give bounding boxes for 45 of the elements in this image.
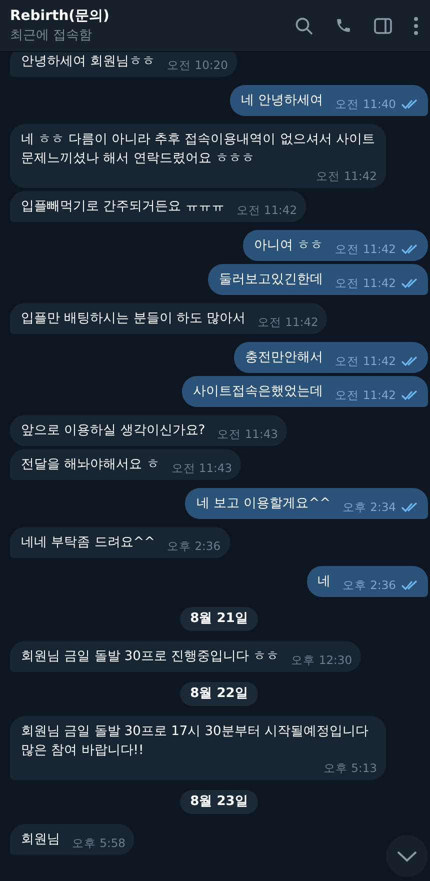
message-text: 회원님: [21, 831, 60, 849]
message-text: 네 ㅎㅎ 다름이 아니라 추후 접속이용내역이 없으셔서 사이트 문제느끼셨나 해서 연락드렸어요 ㅎㅎㅎ: [21, 131, 376, 168]
message-time: 오후 2:36: [167, 538, 221, 554]
chat-status: 최근에 접속함: [10, 26, 94, 44]
message-time: 오후 5:58: [72, 835, 126, 851]
message-time: 오전 11:43: [217, 426, 278, 442]
date-separator: 8월 23일: [180, 790, 258, 814]
message-text: 전달을 해놔야해서요 ㅎ: [21, 456, 160, 474]
scroll-down-button[interactable]: [386, 835, 428, 877]
date-separator: 8월 21일: [180, 607, 258, 631]
chat-title: Rebirth(문의): [10, 6, 110, 24]
chevron-down-icon: [397, 850, 417, 862]
more-icon[interactable]: [414, 16, 418, 34]
message-time: 오전 11:42: [258, 314, 318, 330]
message-text: 입플만 배팅하시는 분들이 하도 많아서: [21, 310, 246, 328]
message-text: 입플빼먹기로 간주되거든요 ㅠㅠㅠ: [21, 198, 224, 216]
sidebar-icon[interactable]: [374, 18, 392, 34]
message-time: 오전 11:43: [171, 460, 232, 476]
search-icon[interactable]: [295, 16, 313, 34]
message-time: 오전 11:42: [335, 387, 396, 403]
message-text: 사이트접속은했었는데: [193, 383, 324, 401]
message-time: 오전 11:40: [335, 96, 396, 112]
message-text: 충전만안해서: [245, 349, 324, 367]
phone-icon[interactable]: [335, 17, 352, 34]
message-text: 회원님 금일 돌발 30프로 진행중입니다 ㅎㅎ: [21, 648, 280, 666]
message-time: 오후 12:30: [291, 652, 352, 668]
message-time: 오전 11:42: [316, 168, 377, 184]
message-text: 회원님 금일 돌발 30프로 17시 30분부터 시작될예정입니다 많은 참여 바랍니다!!: [21, 723, 370, 760]
message-time: 오전 11:42: [335, 353, 396, 369]
message-time: 오후 2:34: [342, 499, 396, 515]
message-text: 아니여 ㅎㅎ: [254, 237, 324, 255]
message-time: 오전 11:42: [236, 202, 298, 218]
message-text: 네네 부탁좀 드려요^^: [21, 534, 156, 552]
message-time: 오전 11:42: [335, 241, 396, 257]
message-text: 네 보고 이용할게요^^: [196, 495, 331, 513]
message-time: 오전 11:42: [335, 275, 396, 291]
message-text: 네: [318, 573, 331, 591]
message-text: 네 안녕하세여: [241, 92, 324, 110]
message-time: 오후 5:13: [324, 760, 377, 776]
message-time: 오후 2:36: [342, 577, 396, 593]
message-text: 앞으로 이용하실 생각이신가요?: [21, 422, 206, 440]
message-text: 안녕하세여 회원님ㅎㅎ: [21, 53, 156, 71]
message-time: 오전 10:20: [167, 57, 228, 73]
message-text: 둘러보고있긴한데: [219, 271, 324, 289]
date-separator: 8월 22일: [180, 682, 258, 706]
